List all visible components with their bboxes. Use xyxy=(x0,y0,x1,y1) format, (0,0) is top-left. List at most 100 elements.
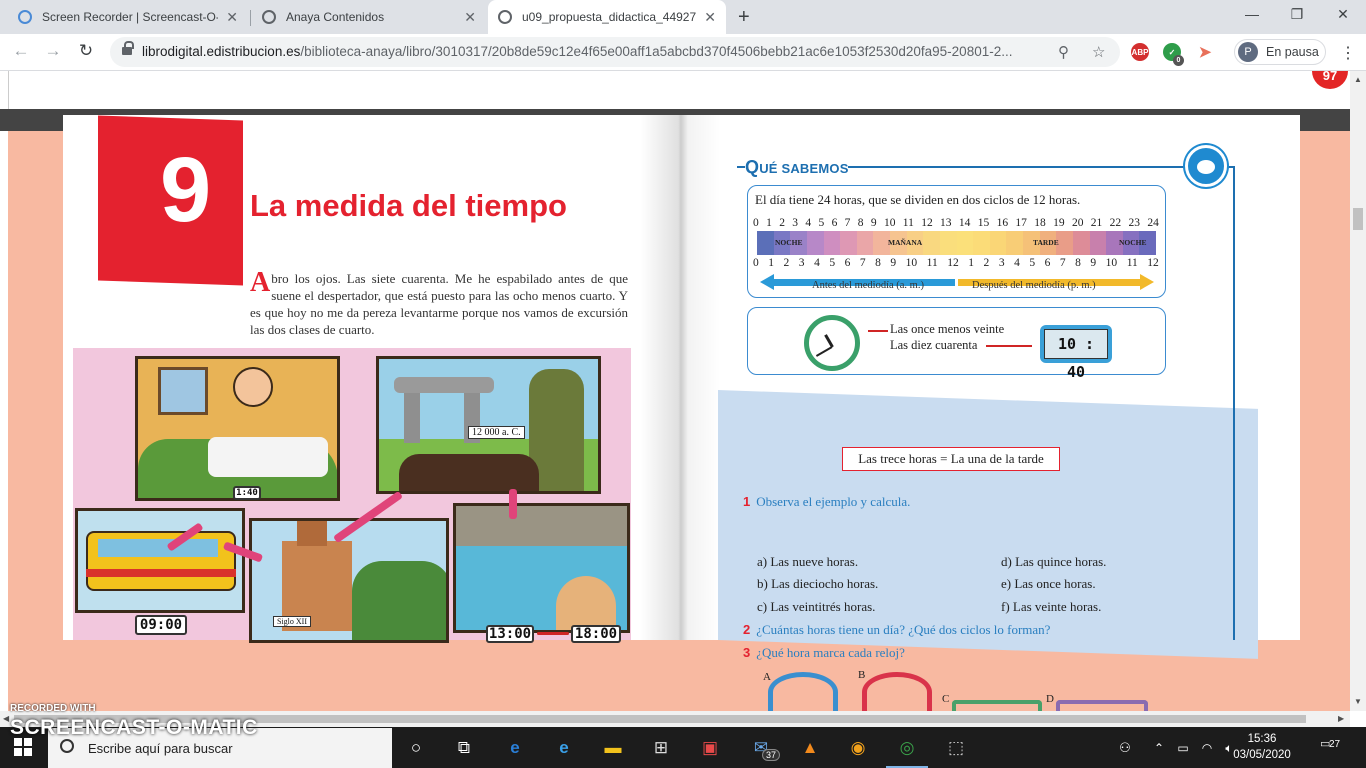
tab-screen-recorder[interactable]: Screen Recorder | Screencast-O-M ✕ xyxy=(8,0,248,34)
adblock-icon[interactable]: ABP xyxy=(1131,43,1149,61)
mascot-icon xyxy=(1185,145,1227,187)
pointer-line xyxy=(986,345,1032,347)
hour-label: 9 xyxy=(870,217,877,229)
new-tab-icon[interactable]: + xyxy=(738,6,750,29)
gift-icon[interactable]: ▣ xyxy=(697,735,723,761)
scroll-thumb[interactable] xyxy=(1353,208,1363,230)
edge-icon[interactable]: e xyxy=(502,735,528,761)
bookmark-star-icon[interactable]: ☆ xyxy=(1092,43,1105,61)
restore-icon[interactable]: ❐ xyxy=(1287,6,1307,23)
hour-label: 11 xyxy=(902,217,914,229)
exercise-3: 3 ¿Qué hora marca cada reloj? xyxy=(743,645,905,661)
hour-label: 3 xyxy=(998,257,1005,269)
battery-icon[interactable]: ▭ xyxy=(1170,735,1196,761)
close-tab-icon[interactable]: ✕ xyxy=(704,9,716,26)
internet-explorer-icon[interactable]: e xyxy=(551,735,577,761)
url-host: librodigital.edistribucion.es xyxy=(142,44,301,59)
tab-anaya-contenidos[interactable]: Anaya Contenidos ✕ xyxy=(252,0,486,34)
hour-segment xyxy=(923,231,940,255)
hour-label: 5 xyxy=(818,217,825,229)
pool-clock-start: 13:00 xyxy=(486,625,534,643)
bus-windows xyxy=(98,539,218,557)
exercise-text: ¿Qué hora marca cada reloj? xyxy=(756,645,905,660)
previous-page-edge xyxy=(8,71,1350,109)
scroll-left-icon[interactable]: ◀ xyxy=(3,714,9,723)
hour-segment xyxy=(1089,231,1107,255)
vertical-scrollbar[interactable]: ▲ ▼ xyxy=(1350,71,1366,711)
profile-button[interactable]: P En pausa xyxy=(1234,39,1326,65)
reload-icon[interactable]: ↻ xyxy=(75,41,97,61)
hour-label: 22 xyxy=(1109,217,1122,229)
exercise-number: 3 xyxy=(743,645,751,660)
children-group-image xyxy=(399,454,539,491)
bus-stripe xyxy=(86,569,236,577)
system-clock[interactable]: 15:36 03/05/2020 xyxy=(1232,731,1292,763)
hour-segment xyxy=(806,231,824,255)
hour-label: 16 xyxy=(996,217,1009,229)
option-d: d) Las quince horas. xyxy=(1001,554,1107,569)
exercise-1: 1 Observa el ejemplo y calcula. xyxy=(743,494,910,510)
digital-clock-icon: 10 : 40 xyxy=(1040,325,1112,381)
hikers-image xyxy=(352,561,446,640)
hour-label: 6 xyxy=(831,217,838,229)
scroll-right-icon[interactable]: ▶ xyxy=(1338,714,1344,723)
clock-label-d: D xyxy=(1046,693,1054,705)
bar-label-afternoon: TARDE xyxy=(1033,238,1059,247)
chrome-icon[interactable]: ◎ xyxy=(886,735,928,768)
close-window-icon[interactable]: ✕ xyxy=(1333,6,1353,23)
example-box: Las trece horas = La una de la tarde xyxy=(842,447,1060,471)
back-icon[interactable]: ← xyxy=(10,41,32,61)
hour-segment xyxy=(1072,231,1090,255)
more-menu-icon[interactable]: ⋮ xyxy=(1340,43,1356,63)
analog-clock-icon xyxy=(804,315,860,371)
notification-center-icon[interactable]: ▭ 27 xyxy=(1320,737,1344,757)
hour-label: 8 xyxy=(1075,257,1081,269)
window-image xyxy=(158,367,208,415)
bar-label-night: NOCHE xyxy=(1119,238,1147,247)
exercise-text: Observa el ejemplo y calcula. xyxy=(756,494,911,509)
bus-panel xyxy=(75,508,245,613)
hour-label: 7 xyxy=(844,217,851,229)
hour-label: 8 xyxy=(875,257,881,269)
windows-start-icon[interactable] xyxy=(14,738,32,756)
hour-label: 10 xyxy=(1105,257,1118,269)
close-tab-icon[interactable]: ✕ xyxy=(464,9,476,26)
scroll-down-icon[interactable]: ▼ xyxy=(1354,697,1362,706)
clock-date: 03/05/2020 xyxy=(1233,749,1291,761)
recorder-watermark: RECORDED WITH SCREENCAST-O-MATIC xyxy=(10,703,258,740)
mail-icon[interactable]: ✉ 37 xyxy=(748,735,781,761)
store-icon[interactable]: ⊞ xyxy=(648,735,674,761)
address-bar[interactable]: librodigital.edistribucion.es/biblioteca… xyxy=(110,37,1120,67)
hour-label: 17 xyxy=(1015,217,1027,229)
people-icon[interactable]: ⚇ xyxy=(1112,735,1138,761)
vlc-icon[interactable]: ▲ xyxy=(797,735,823,761)
hour-label: 4 xyxy=(814,257,820,269)
hour-segment xyxy=(939,231,957,255)
chevron-up-icon[interactable]: ⌃ xyxy=(1146,735,1172,761)
hours-24-row: 0 1 2 3 4 5 6 7 8 9 10 11 12 13 14 15 16 17 18 19 20 21 22 23 24 xyxy=(753,217,1159,229)
share-extension-icon[interactable]: ➤ xyxy=(1196,43,1214,61)
clock-label-a: A xyxy=(763,671,771,683)
scroll-up-icon[interactable]: ▲ xyxy=(1354,75,1362,84)
shield-icon[interactable]: ◉ xyxy=(845,735,871,761)
tab-separator xyxy=(250,10,251,26)
hour-label: 5 xyxy=(1029,257,1036,269)
zoom-icon[interactable]: ⚲ xyxy=(1058,43,1069,61)
globe-icon xyxy=(498,10,512,24)
cortana-icon[interactable]: ○ xyxy=(403,735,429,761)
close-tab-icon[interactable]: ✕ xyxy=(226,9,238,26)
section-title: QUÉ SABEMOS xyxy=(745,157,849,178)
screencast-taskbar-icon[interactable]: ⬚ xyxy=(943,735,969,761)
forward-icon[interactable]: → xyxy=(42,41,64,61)
url-text[interactable]: librodigital.edistribucion.es/biblioteca… xyxy=(142,44,1022,59)
exercise-number: 1 xyxy=(743,494,751,509)
file-explorer-icon[interactable]: ▬ xyxy=(600,735,626,761)
watermark-big: SCREENCAST-O-MATIC xyxy=(10,716,258,739)
tab-propuesta-didactica[interactable]: u09_propuesta_didactica_449273 ✕ xyxy=(488,0,726,34)
hour-label: 23 xyxy=(1128,217,1140,229)
pool-clock-end: 18:00 xyxy=(571,625,621,643)
task-view-icon[interactable]: ⧉ xyxy=(451,735,477,761)
hour-label: 9 xyxy=(890,257,897,269)
minimize-icon[interactable]: — xyxy=(1242,6,1262,22)
hour-label: 14 xyxy=(958,217,971,229)
